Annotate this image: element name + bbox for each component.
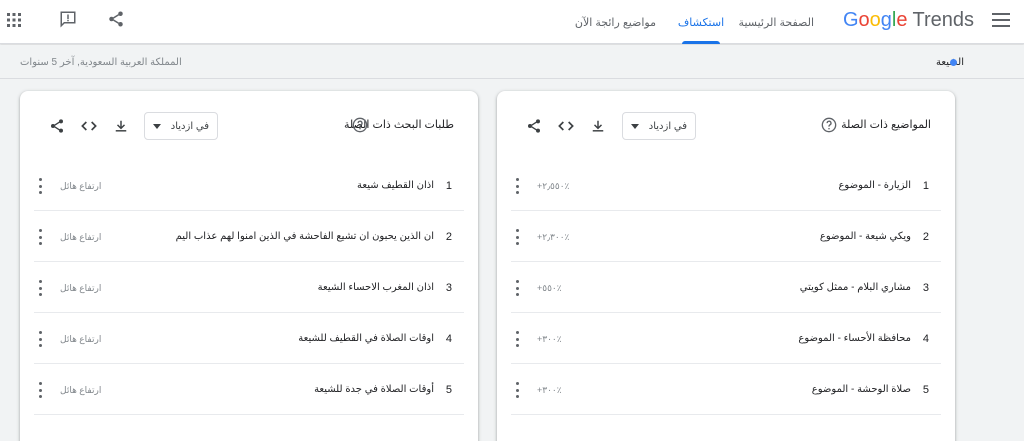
nav-explore[interactable]: استكشاف (678, 0, 724, 44)
top-app-bar: Google Trends الصفحة الرئيسية استكشاف مو… (0, 0, 1024, 44)
list-item[interactable]: 5 أوقات الصلاة في جدة للشيعة ارتفاع هائل (34, 364, 464, 415)
more-vert-icon[interactable] (513, 280, 521, 296)
logo-letter-g: G (842, 9, 859, 31)
logo-letter-e: e (896, 9, 908, 31)
share-icon[interactable] (106, 9, 126, 29)
logo-letter-o2: o (869, 9, 881, 31)
filter-bar: الشيعة المملكة العربية السعودية, آخر 5 س… (0, 45, 1024, 79)
rank-number: 1 (445, 180, 452, 192)
feedback-icon[interactable] (58, 9, 78, 29)
nav-home[interactable]: الصفحة الرئيسية (739, 0, 814, 44)
rise-value: +٥٥٠٪ (537, 283, 562, 293)
more-vert-icon[interactable] (513, 229, 521, 245)
query-label[interactable]: اوقات الصلاة في القطيف للشيعة (298, 333, 434, 344)
dropdown-value: في ازدياد (648, 120, 687, 132)
more-vert-icon[interactable] (36, 331, 44, 347)
related-queries-card: طلبات البحث ذات الصلة في ازدياد 1 اذان ا… (20, 91, 478, 441)
more-vert-icon[interactable] (513, 331, 521, 347)
more-vert-icon[interactable] (36, 280, 44, 296)
card-title: المواضيع ذات الصلة (841, 119, 931, 131)
rising-dropdown[interactable]: في ازدياد (144, 112, 218, 140)
caret-down-icon (631, 124, 639, 129)
help-icon[interactable] (821, 117, 837, 133)
query-label[interactable]: ان الذين يحبون ان تشيع الفاحشة في الذين … (176, 231, 434, 242)
rise-value: ارتفاع هائل (60, 334, 102, 344)
download-icon[interactable] (589, 118, 607, 134)
more-vert-icon[interactable] (36, 229, 44, 245)
related-topics-card: المواضيع ذات الصلة في ازدياد 1 الزيارة -… (497, 91, 955, 441)
rise-value: ارتفاع هائل (60, 385, 102, 395)
list-item[interactable]: 4 محافظة الأحساء - الموضوع +٣٠٠٪ (511, 313, 941, 364)
menu-icon[interactable] (990, 10, 1012, 30)
share-icon[interactable] (48, 118, 66, 134)
list-item[interactable]: 3 اذان المغرب الاحساء الشيعة ارتفاع هائل (34, 262, 464, 313)
list-item[interactable]: 2 ويكي شيعة - الموضوع +٢٫٣٠٠٪ (511, 211, 941, 262)
rank-number: 2 (922, 231, 929, 243)
rise-value: +٢٫٥٥٠٪ (537, 181, 570, 191)
google-trends-logo[interactable]: Google Trends (843, 9, 974, 32)
rank-number: 3 (445, 282, 452, 294)
nav-trending-now[interactable]: مواضيع رائجة الآن (575, 0, 656, 44)
embed-code-icon[interactable] (80, 118, 98, 134)
list-item[interactable]: 3 مشاري البلام - ممثل كويتي +٥٥٠٪ (511, 262, 941, 313)
caret-down-icon (153, 124, 161, 129)
rise-value: +٣٠٠٪ (537, 385, 562, 395)
topic-label[interactable]: صلاة الوحشة - الموضوع (812, 384, 911, 395)
logo-trends-text: Trends (912, 9, 974, 31)
topic-label[interactable]: ويكي شيعة - الموضوع (820, 231, 911, 242)
list-item[interactable]: 5 صلاة الوحشة - الموضوع +٣٠٠٪ (511, 364, 941, 415)
rise-value: +٣٠٠٪ (537, 334, 562, 344)
share-icon[interactable] (525, 118, 543, 134)
list-item[interactable]: 1 اذان القطيف شيعة ارتفاع هائل (34, 160, 464, 211)
topic-label[interactable]: محافظة الأحساء - الموضوع (798, 333, 911, 344)
term-color-dot (950, 59, 957, 66)
more-vert-icon[interactable] (513, 178, 521, 194)
more-vert-icon[interactable] (513, 382, 521, 398)
rank-number: 5 (445, 384, 452, 396)
query-label[interactable]: اذان المغرب الاحساء الشيعة (318, 282, 434, 293)
more-vert-icon[interactable] (36, 178, 44, 194)
rank-number: 5 (922, 384, 929, 396)
rank-number: 4 (922, 333, 929, 345)
dropdown-value: في ازدياد (170, 120, 209, 132)
query-label[interactable]: اذان القطيف شيعة (357, 180, 434, 191)
logo-letter-g2: g (880, 9, 892, 31)
help-icon[interactable] (352, 117, 368, 133)
embed-code-icon[interactable] (557, 118, 575, 134)
topic-label[interactable]: الزيارة - الموضوع (838, 180, 911, 191)
more-vert-icon[interactable] (36, 382, 44, 398)
rise-value: ارتفاع هائل (60, 232, 102, 242)
list-item[interactable]: 1 الزيارة - الموضوع +٢٫٥٥٠٪ (511, 160, 941, 211)
rising-dropdown[interactable]: في ازدياد (622, 112, 696, 140)
filter-scope[interactable]: المملكة العربية السعودية, آخر 5 سنوات (20, 57, 182, 68)
rank-number: 4 (445, 333, 452, 345)
rank-number: 1 (922, 180, 929, 192)
rank-number: 2 (445, 231, 452, 243)
rise-value: +٢٫٣٠٠٪ (537, 232, 570, 242)
rise-value: ارتفاع هائل (60, 181, 102, 191)
logo-letter-o1: o (858, 9, 870, 31)
rank-number: 3 (922, 282, 929, 294)
apps-grid-icon[interactable] (6, 12, 22, 28)
download-icon[interactable] (112, 118, 130, 134)
query-label[interactable]: أوقات الصلاة في جدة للشيعة (314, 384, 434, 395)
list-item[interactable]: 2 ان الذين يحبون ان تشيع الفاحشة في الذي… (34, 211, 464, 262)
rise-value: ارتفاع هائل (60, 283, 102, 293)
list-item[interactable]: 4 اوقات الصلاة في القطيف للشيعة ارتفاع ه… (34, 313, 464, 364)
topic-label[interactable]: مشاري البلام - ممثل كويتي (800, 282, 911, 293)
